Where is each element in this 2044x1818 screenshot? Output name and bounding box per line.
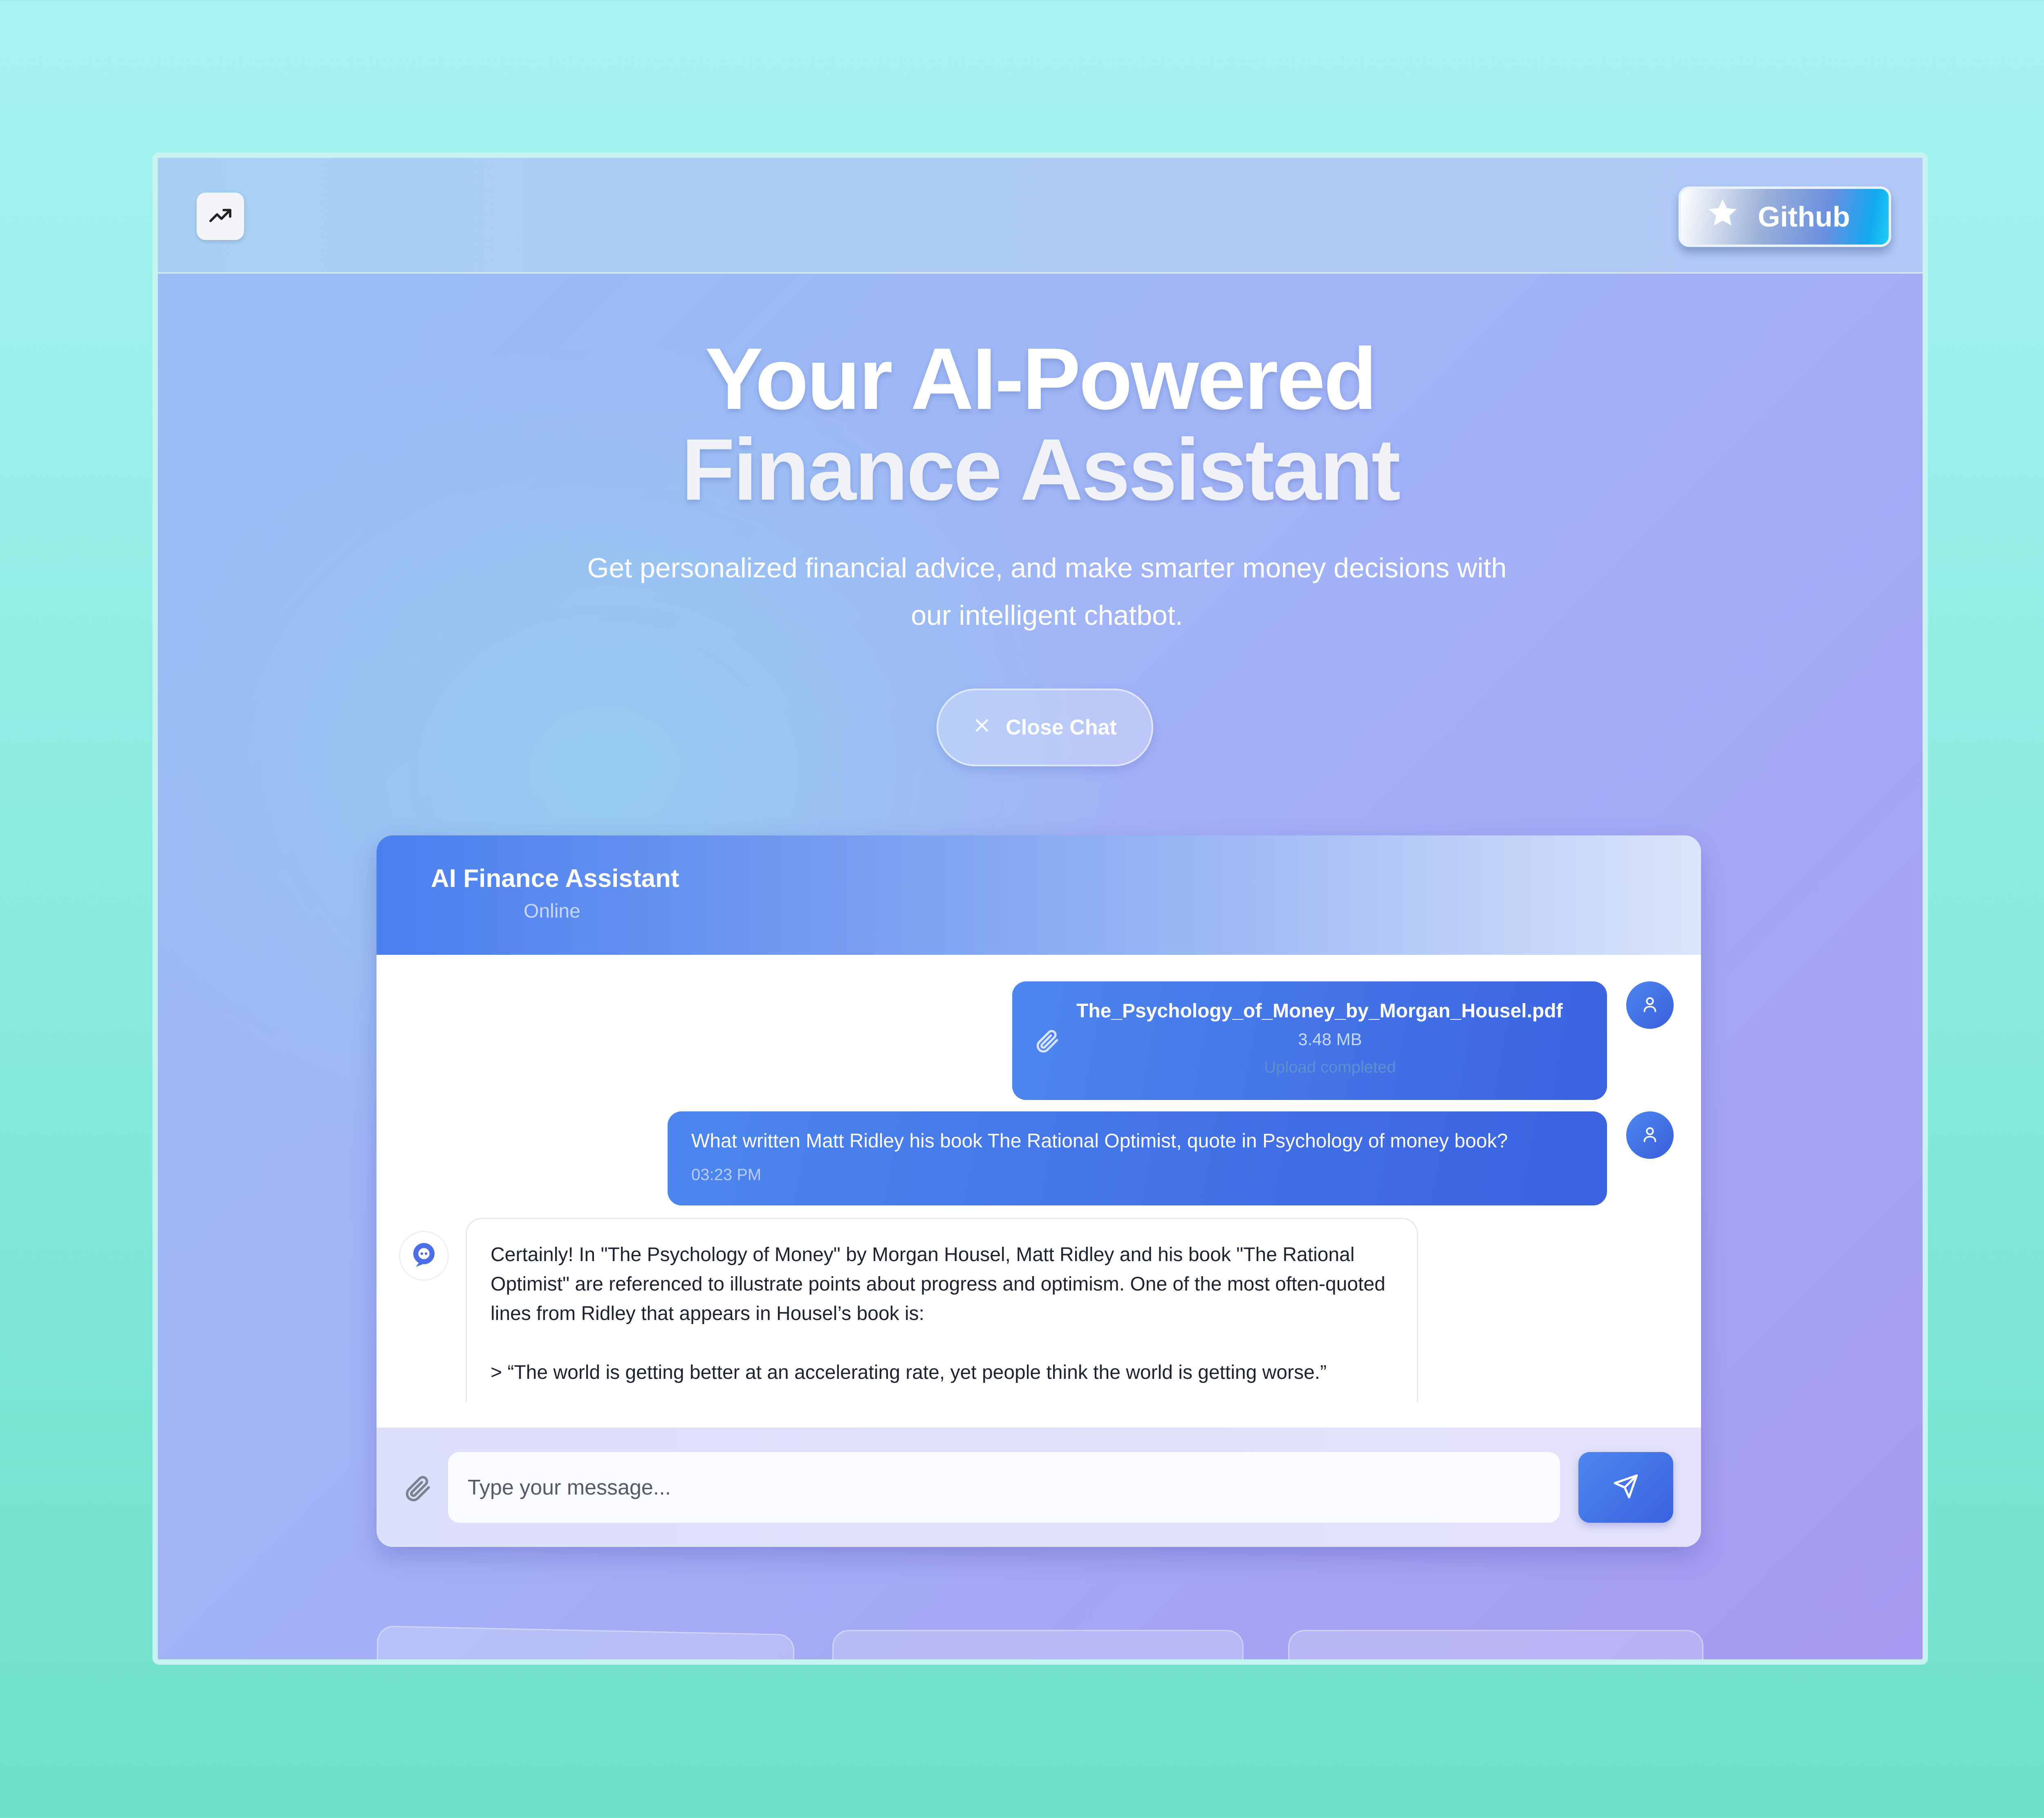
close-chat-label: Close Chat xyxy=(1006,716,1117,739)
upload-status: Upload completed xyxy=(1264,1058,1396,1076)
message-timestamp: 03:23 PM xyxy=(691,1166,762,1184)
hero-subtitle: Get personalized financial advice, and m… xyxy=(587,552,1507,631)
feature-card xyxy=(832,1630,1244,1659)
chat-status: Online xyxy=(524,900,580,922)
chat-panel: AI Finance Assistant Online The_Psycholo… xyxy=(377,835,1701,1547)
logo-button[interactable] xyxy=(197,193,244,240)
file-name: The_Psychology_of_Money_by_Morgan_Housel… xyxy=(1076,1000,1563,1022)
paperclip-icon xyxy=(402,1473,433,1505)
attach-button[interactable] xyxy=(399,1470,436,1507)
chat-header: AI Finance Assistant Online xyxy=(377,835,1701,955)
trending-up-icon xyxy=(207,202,233,231)
bot-avatar xyxy=(399,1231,449,1281)
message-input[interactable] xyxy=(448,1452,1560,1523)
github-label: Github xyxy=(1758,201,1850,233)
close-chat-button[interactable]: Close Chat xyxy=(937,689,1153,766)
close-icon xyxy=(973,715,991,740)
bot-message-paragraph: Certainly! In "The Psychology of Money" … xyxy=(491,1244,1385,1324)
github-button[interactable]: Github xyxy=(1679,186,1891,247)
chat-title: AI Finance Assistant xyxy=(431,864,679,893)
bot-icon xyxy=(408,1239,440,1273)
feature-card xyxy=(1288,1630,1703,1659)
star-icon xyxy=(1706,196,1740,237)
send-icon xyxy=(1613,1473,1639,1502)
feature-card xyxy=(375,1625,795,1659)
top-navbar: Github xyxy=(158,158,1923,274)
file-size: 3.48 MB xyxy=(1298,1030,1362,1049)
user-icon xyxy=(1641,995,1659,1016)
bot-message-quote: > “The world is getting better at an acc… xyxy=(491,1362,1327,1383)
user-avatar xyxy=(1626,1111,1674,1159)
user-message-bubble[interactable]: What written Matt Ridley his book The Ra… xyxy=(668,1111,1607,1205)
user-message-text: What written Matt Ridley his book The Ra… xyxy=(691,1130,1508,1152)
send-button[interactable] xyxy=(1578,1452,1673,1523)
hero-title: Your AI-Powered Finance Assistant xyxy=(158,334,1923,515)
file-message-bubble[interactable]: The_Psychology_of_Money_by_Morgan_Housel… xyxy=(1012,981,1607,1100)
user-icon xyxy=(1641,1125,1659,1146)
hero-title-line1: Your AI-Powered xyxy=(705,330,1377,428)
hero-title-line2: Finance Assistant xyxy=(681,421,1401,518)
bot-message-bubble[interactable]: Certainly! In "The Psychology of Money" … xyxy=(466,1218,1418,1402)
user-avatar xyxy=(1626,981,1674,1029)
app-window: Github Your AI-Powered Finance Assistant… xyxy=(152,153,1928,1665)
message-list[interactable]: The_Psychology_of_Money_by_Morgan_Housel… xyxy=(377,955,1701,1402)
chat-input-bar xyxy=(377,1427,1701,1547)
